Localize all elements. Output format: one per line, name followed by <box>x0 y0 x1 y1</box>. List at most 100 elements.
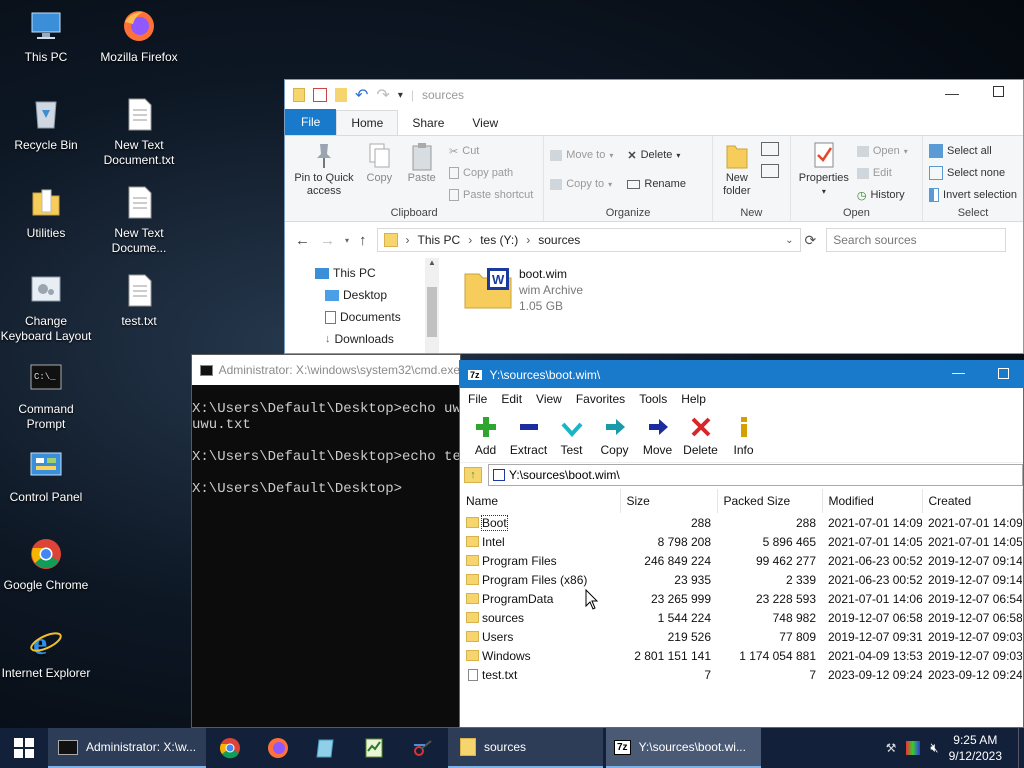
file-item-boot-wim[interactable]: W boot.wim wim Archive 1.05 GB <box>463 266 1003 314</box>
table-row[interactable]: Program Files 246 849 224 99 462 277 202… <box>460 551 1022 570</box>
up-arrow-icon[interactable]: ↑ <box>359 232 367 249</box>
new-folder-quick-icon[interactable] <box>335 88 347 102</box>
select-none-button[interactable]: Select none <box>929 162 1017 184</box>
column-header-name[interactable]: Name <box>460 489 621 513</box>
open-button[interactable]: Open ▾ <box>856 140 908 162</box>
zip-titlebar[interactable]: 7z Y:\sources\boot.wim\ — <box>460 361 1023 388</box>
column-header-packed-size[interactable]: Packed Size <box>717 489 823 513</box>
desktop-icon-new-text-document[interactable]: New Text Document.txt <box>91 96 187 168</box>
taskbar-button-cmd[interactable]: Administrator: X:\w... <box>48 728 206 768</box>
menu-tools[interactable]: Tools <box>639 392 667 406</box>
minimize-button[interactable]: — <box>945 85 959 101</box>
desktop-icon-control-panel[interactable]: Control Panel <box>0 448 94 505</box>
refresh-icon[interactable]: ⟳ <box>805 232 817 249</box>
breadcrumb-this-pc[interactable]: This PC <box>418 233 461 247</box>
cut-button[interactable]: ✂ Cut <box>449 140 533 162</box>
nav-this-pc[interactable]: This PC <box>315 262 443 284</box>
desktop-icon-internet-explorer[interactable]: e Internet Explorer <box>0 624 94 681</box>
menu-help[interactable]: Help <box>681 392 706 406</box>
desktop-icon-new-text-document-2[interactable]: New Text Docume... <box>91 184 187 256</box>
table-row[interactable]: Program Files (x86) 23 935 2 339 2021-06… <box>460 570 1022 589</box>
nav-scrollbar[interactable]: ▲ <box>425 258 439 353</box>
console-output[interactable]: X:\Users\Default\Desktop>echo uwu > test… <box>192 385 460 497</box>
scroll-thumb[interactable] <box>427 287 437 337</box>
menu-edit[interactable]: Edit <box>501 392 522 406</box>
properties-quick-icon[interactable] <box>313 88 327 102</box>
breadcrumb-drive[interactable]: tes (Y:) <box>480 233 518 247</box>
paste-button[interactable]: Paste <box>402 140 442 185</box>
invert-selection-button[interactable]: Invert selection <box>929 184 1017 206</box>
taskbar-app-pinned-3[interactable] <box>398 728 446 768</box>
network-icon[interactable]: ⚒ <box>886 741 897 755</box>
table-row[interactable]: sources 1 544 224 748 982 2019-12-07 06:… <box>460 608 1022 627</box>
back-arrow-icon[interactable]: ← <box>295 232 310 249</box>
taskbar-app-pinned-1[interactable] <box>302 728 350 768</box>
desktop-icon-test-txt[interactable]: test.txt <box>91 272 187 329</box>
column-header-modified[interactable]: Modified <box>822 489 923 513</box>
history-button[interactable]: ◷ History <box>857 184 908 206</box>
up-folder-icon[interactable]: ↑ <box>464 466 482 483</box>
pin-to-quick-access-button[interactable]: Pin to Quick access <box>291 140 357 198</box>
menu-file[interactable]: File <box>468 392 487 406</box>
address-bar[interactable]: › This PC › tes (Y:) › sources ⌄ <box>376 228 801 252</box>
minimize-button[interactable]: — <box>952 365 965 380</box>
recent-locations-icon[interactable]: ▾ <box>345 236 349 245</box>
cmd-titlebar[interactable]: Administrator: X:\windows\system32\cmd.e… <box>192 355 460 385</box>
paste-shortcut-button[interactable]: Paste shortcut <box>449 184 533 206</box>
menu-view[interactable]: View <box>536 392 562 406</box>
taskbar-firefox[interactable] <box>254 728 302 768</box>
color-app-icon[interactable] <box>906 741 921 755</box>
edit-button[interactable]: Edit <box>856 162 908 184</box>
copy-button[interactable]: Copy <box>593 410 636 462</box>
tab-share[interactable]: Share <box>398 111 458 135</box>
explorer-titlebar[interactable]: ↶ ↷ ▾ | sources — <box>285 80 1023 110</box>
select-all-button[interactable]: Select all <box>929 140 1017 162</box>
tab-view[interactable]: View <box>458 111 512 135</box>
forward-arrow-icon[interactable]: → <box>320 232 335 249</box>
new-folder-button[interactable]: New folder <box>719 140 755 198</box>
table-row[interactable]: Users 219 526 77 809 2019-12-07 09:31 20… <box>460 627 1022 646</box>
table-row[interactable]: Intel 8 798 208 5 896 465 2021-07-01 14:… <box>460 532 1022 551</box>
table-row[interactable]: Windows 2 801 151 141 1 174 054 881 2021… <box>460 646 1022 665</box>
command-prompt-window[interactable]: Administrator: X:\windows\system32\cmd.e… <box>191 354 461 728</box>
copy-to-button[interactable]: Copy to ▾ <box>550 173 613 195</box>
desktop-icon-change-keyboard-layout[interactable]: Change Keyboard Layout <box>0 272 94 344</box>
desktop-icon-recycle-bin[interactable]: Recycle Bin <box>0 96 94 153</box>
desktop-icon-this-pc[interactable]: This PC <box>0 8 94 65</box>
copy-button[interactable]: Copy <box>360 140 398 185</box>
desktop-icon-command-prompt[interactable]: C:\_ Command Prompt <box>0 360 94 432</box>
volume-muted-icon[interactable]: 🔇︎ <box>930 740 938 756</box>
search-input[interactable]: Search sources <box>826 228 1007 252</box>
new-item-icon[interactable] <box>760 142 779 156</box>
desktop-icon-firefox[interactable]: Mozilla Firefox <box>91 8 187 65</box>
redo-icon[interactable]: ↷ <box>376 85 389 105</box>
table-row[interactable]: ProgramData 23 265 999 23 228 593 2021-0… <box>460 589 1022 608</box>
column-header-created[interactable]: Created <box>922 489 1023 513</box>
menu-favorites[interactable]: Favorites <box>576 392 625 406</box>
path-input[interactable]: Y:\sources\boot.wim\ <box>488 463 1023 486</box>
7zip-window[interactable]: 7z Y:\sources\boot.wim\ — File Edit View… <box>459 360 1024 728</box>
clock[interactable]: 9:25 AM 9/12/2023 <box>949 732 1002 764</box>
tab-home[interactable]: Home <box>336 110 399 135</box>
taskbar-chrome[interactable] <box>206 728 254 768</box>
file-explorer-window[interactable]: ↶ ↷ ▾ | sources — File Home Share View P… <box>284 79 1024 354</box>
customize-toolbar-icon[interactable]: ▾ <box>398 90 403 101</box>
easy-access-icon[interactable] <box>760 164 779 178</box>
tab-file[interactable]: File <box>285 109 337 135</box>
start-button[interactable] <box>0 728 48 768</box>
move-button[interactable]: Move <box>636 410 679 462</box>
maximize-button[interactable] <box>998 368 1009 379</box>
taskbar-app-pinned-2[interactable] <box>350 728 398 768</box>
scroll-up-icon[interactable]: ▲ <box>425 258 439 267</box>
taskbar-button-explorer[interactable]: sources <box>448 728 603 768</box>
rename-button[interactable]: Rename <box>627 173 686 195</box>
taskbar-button-7zip[interactable]: 7z Y:\sources\boot.wi... <box>606 728 761 768</box>
move-to-button[interactable]: Move to ▾ <box>550 144 613 166</box>
delete-button[interactable]: Delete <box>679 410 722 462</box>
breadcrumb-folder[interactable]: sources <box>538 233 580 247</box>
test-button[interactable]: Test <box>550 410 593 462</box>
show-desktop-button[interactable] <box>1018 728 1024 768</box>
copy-path-button[interactable]: Copy path <box>449 162 533 184</box>
desktop-icon-google-chrome[interactable]: Google Chrome <box>0 536 94 593</box>
nav-documents[interactable]: Documents <box>315 306 443 328</box>
